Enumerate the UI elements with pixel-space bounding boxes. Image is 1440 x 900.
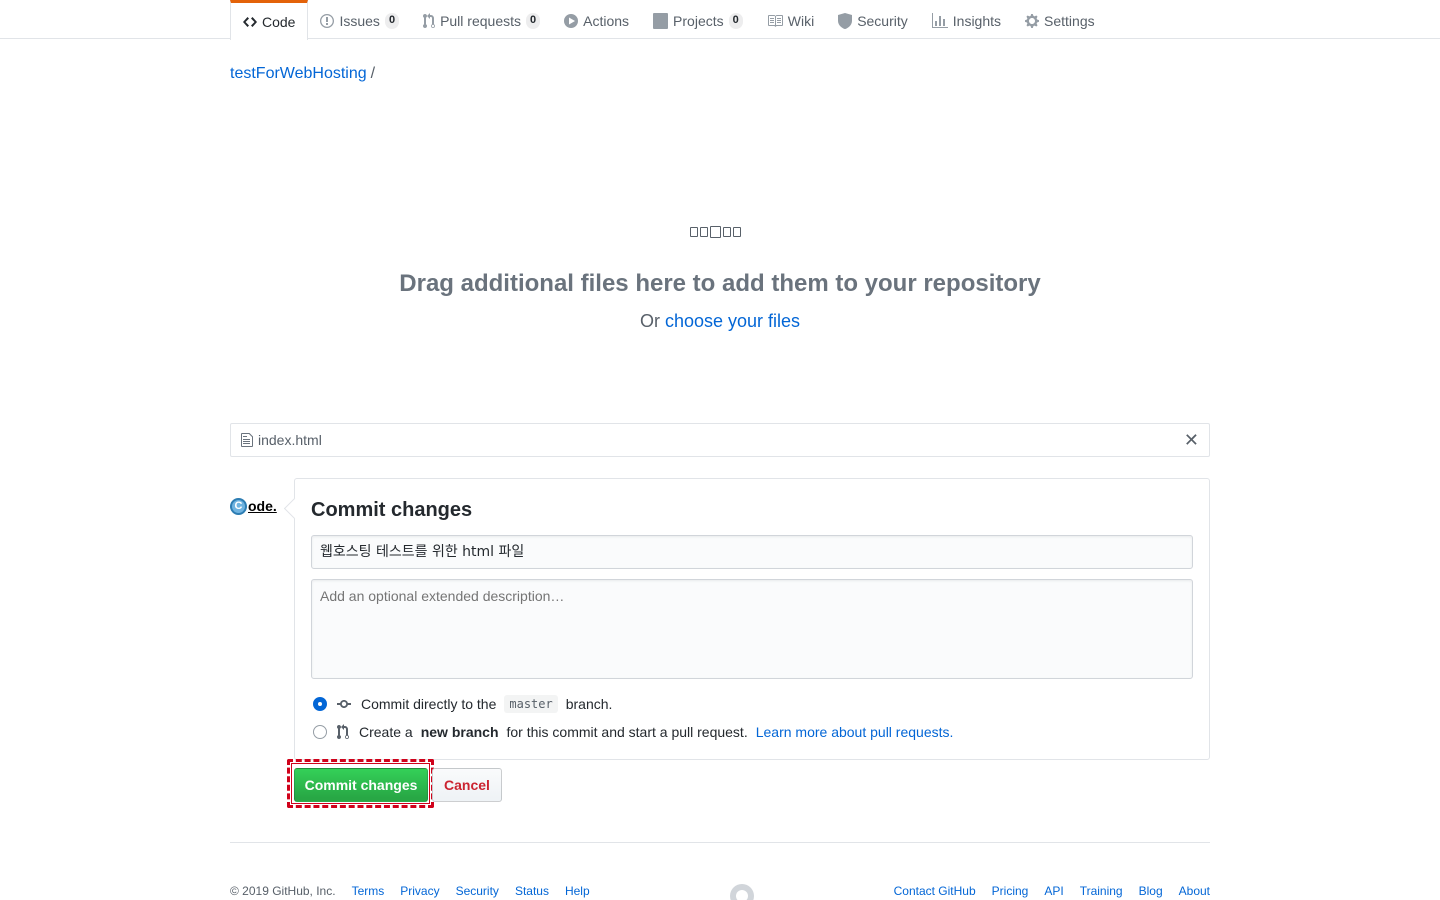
git-commit-icon bbox=[337, 700, 351, 708]
remove-file-icon[interactable]: ✕ bbox=[1184, 430, 1199, 450]
footer-link-contact[interactable]: Contact GitHub bbox=[894, 884, 976, 898]
tab-projects[interactable]: Projects 0 bbox=[641, 0, 755, 39]
breadcrumb: testForWebHosting / bbox=[230, 65, 375, 83]
avatar: C ode. bbox=[230, 493, 278, 519]
new-branch-suffix: for this commit and start a pull request… bbox=[506, 724, 748, 740]
tab-security[interactable]: Security bbox=[826, 0, 920, 39]
file-icon bbox=[241, 433, 253, 447]
tab-settings-label: Settings bbox=[1044, 13, 1095, 29]
new-branch-prefix: Create a bbox=[359, 724, 413, 740]
project-icon bbox=[653, 13, 669, 29]
cancel-button[interactable]: Cancel bbox=[432, 768, 502, 802]
new-branch-bold: new branch bbox=[420, 724, 499, 740]
file-icon bbox=[700, 227, 708, 237]
dropzone-title: Drag additional files here to add them t… bbox=[399, 270, 1041, 297]
breadcrumb-separator: / bbox=[370, 65, 376, 82]
shield-icon bbox=[838, 13, 853, 29]
repo-link[interactable]: testForWebHosting bbox=[230, 65, 367, 83]
file-code-icon bbox=[710, 226, 721, 238]
tab-wiki[interactable]: Wiki bbox=[755, 0, 826, 39]
file-icon bbox=[723, 227, 731, 237]
commit-direct-suffix: branch. bbox=[565, 696, 613, 712]
footer-link-terms[interactable]: Terms bbox=[352, 884, 385, 898]
book-icon bbox=[767, 15, 783, 27]
commit-direct-prefix: Commit directly to the bbox=[361, 696, 497, 712]
code-icon bbox=[243, 16, 257, 27]
pull-request-icon bbox=[337, 724, 349, 739]
avatar-letter: C bbox=[230, 497, 247, 515]
footer-copyright: © 2019 GitHub, Inc. bbox=[230, 884, 336, 898]
commit-direct-option[interactable]: Commit directly to the master branch. bbox=[313, 695, 612, 713]
footer-link-privacy[interactable]: Privacy bbox=[400, 884, 439, 898]
gear-icon bbox=[1025, 14, 1040, 28]
repo-nav: Code Issues 0 Pull requests 0 Actions Pr… bbox=[230, 0, 1107, 40]
tab-actions[interactable]: Actions bbox=[552, 0, 641, 39]
uploaded-file-row: index.html ✕ bbox=[230, 423, 1210, 457]
new-branch-radio[interactable] bbox=[313, 725, 327, 739]
file-icon bbox=[690, 227, 698, 237]
dropzone-subtitle: Or choose your files bbox=[0, 311, 1440, 332]
file-name: index.html bbox=[258, 432, 322, 448]
pulls-counter: 0 bbox=[526, 13, 541, 29]
pull-request-icon bbox=[423, 13, 436, 29]
tab-code[interactable]: Code bbox=[230, 0, 309, 40]
footer-link-pricing[interactable]: Pricing bbox=[992, 884, 1029, 898]
tab-code-label: Code bbox=[262, 13, 296, 30]
tab-actions-label: Actions bbox=[583, 13, 630, 29]
file-types-icon bbox=[690, 226, 741, 238]
github-mark-icon[interactable] bbox=[730, 884, 754, 900]
footer-left: © 2019 GitHub, Inc. Terms Privacy Securi… bbox=[230, 884, 590, 898]
avatar-text: ode. bbox=[248, 498, 277, 514]
footer-link-help[interactable]: Help bbox=[565, 884, 590, 898]
footer-link-blog[interactable]: Blog bbox=[1139, 884, 1163, 898]
tab-issues-label: Issues bbox=[339, 13, 380, 29]
play-icon bbox=[564, 14, 579, 28]
footer-link-training[interactable]: Training bbox=[1080, 884, 1123, 898]
footer-link-security[interactable]: Security bbox=[456, 884, 499, 898]
commit-description-input[interactable] bbox=[311, 579, 1193, 679]
new-branch-option[interactable]: Create a new branch for this commit and … bbox=[313, 724, 953, 740]
tab-settings[interactable]: Settings bbox=[1013, 0, 1107, 39]
commit-direct-radio[interactable] bbox=[313, 697, 327, 711]
issues-counter: 0 bbox=[384, 13, 400, 29]
branch-name: master bbox=[504, 695, 558, 713]
issue-icon bbox=[320, 14, 335, 28]
commit-title: Commit changes bbox=[311, 499, 473, 521]
tab-pull-requests[interactable]: Pull requests 0 bbox=[411, 0, 552, 39]
tab-wiki-label: Wiki bbox=[787, 13, 815, 29]
commit-summary-input[interactable]: 웹호스팅 테스트를 위한 html 파일 bbox=[311, 535, 1193, 569]
repo-nav-bar: Code Issues 0 Pull requests 0 Actions Pr… bbox=[0, 0, 1440, 40]
footer-link-api[interactable]: API bbox=[1044, 884, 1063, 898]
graph-icon bbox=[931, 13, 948, 28]
tab-security-label: Security bbox=[857, 13, 908, 29]
tab-projects-label: Projects bbox=[673, 13, 724, 29]
commit-form: Commit changes 웹호스팅 테스트를 위한 html 파일 Comm… bbox=[294, 478, 1210, 760]
tab-insights[interactable]: Insights bbox=[920, 0, 1013, 39]
choose-files-link[interactable]: choose your files bbox=[665, 311, 800, 331]
tab-pull-requests-label: Pull requests bbox=[440, 13, 521, 29]
projects-counter: 0 bbox=[728, 13, 743, 29]
footer-link-about[interactable]: About bbox=[1179, 884, 1210, 898]
dropzone-or-text: Or bbox=[639, 311, 660, 331]
footer-right: Contact GitHub Pricing API Training Blog… bbox=[894, 884, 1210, 898]
learn-more-link[interactable]: Learn more about pull requests. bbox=[756, 724, 954, 740]
footer-link-status[interactable]: Status bbox=[515, 884, 549, 898]
commit-changes-button[interactable]: Commit changes bbox=[294, 768, 428, 802]
file-icon bbox=[733, 227, 741, 237]
tab-issues[interactable]: Issues 0 bbox=[308, 0, 411, 39]
tab-insights-label: Insights bbox=[952, 13, 1002, 29]
footer-divider bbox=[230, 842, 1210, 843]
